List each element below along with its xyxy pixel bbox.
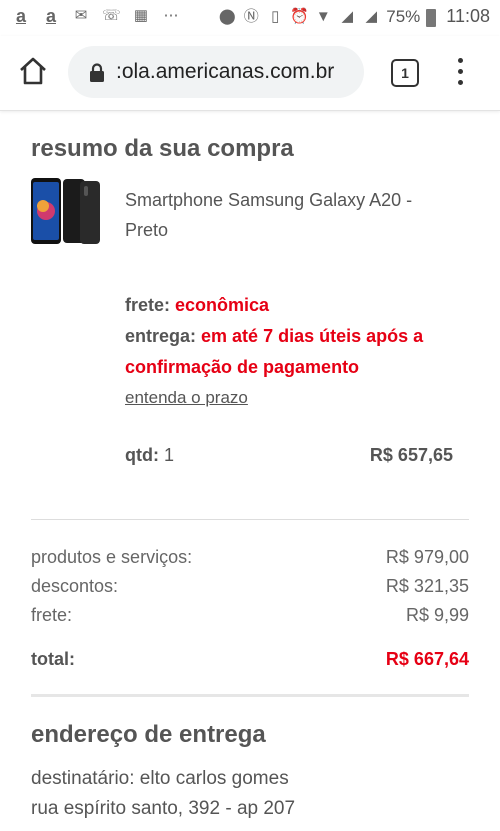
- discounts-row: descontos: R$ 321,35: [31, 576, 469, 597]
- purchase-summary-title: resumo da sua compra: [31, 135, 294, 162]
- vibrate-icon: ▯: [271, 7, 280, 25]
- wifi-icon: ▼: [315, 7, 331, 25]
- freight-type: econômica: [175, 295, 270, 315]
- products-label: produtos e serviços:: [31, 547, 193, 567]
- delivery-address-title: endereço de entrega: [31, 721, 266, 748]
- battery-percent: 75%: [386, 6, 421, 26]
- gallery-icon: ▦: [133, 7, 149, 24]
- notification-icons: a a ✉ ☏ ▦ ⋯: [12, 6, 180, 26]
- street-address: rua espírito santo, 392 - ap 207: [31, 798, 296, 819]
- quantity: qtd: 1: [125, 445, 174, 466]
- signal-icon: ◢: [365, 7, 378, 25]
- total-row: total: R$ 667,64: [31, 649, 469, 670]
- freight-cost-label: frete:: [31, 605, 73, 625]
- divider: [31, 694, 469, 697]
- divider: [31, 519, 469, 520]
- signal-icon: ◢: [341, 7, 354, 25]
- app-a-icon: a: [45, 6, 56, 26]
- product-image: [31, 178, 100, 244]
- battery-icon: [426, 8, 437, 27]
- deadline-info-link[interactable]: entenda o prazo: [125, 388, 248, 408]
- clock: 11:08: [446, 6, 490, 26]
- shipping-info: frete: econômica entrega: em até 7 dias …: [125, 290, 475, 383]
- delivery-label: entrega:: [125, 326, 197, 346]
- quantity-label: qtd:: [125, 445, 159, 465]
- product-name: Smartphone Samsung Galaxy A20 - Preto: [125, 190, 413, 240]
- overflow-menu-icon[interactable]: [456, 58, 464, 88]
- home-icon[interactable]: [18, 56, 48, 86]
- url-text: :ola.americanas.com.br: [116, 60, 335, 83]
- app-a-icon: a: [15, 6, 26, 26]
- status-bar: a a ✉ ☏ ▦ ⋯ ⬤ Ⓝ ▯ ⏰ ▼ ◢ ◢ 75% 11:08: [0, 0, 500, 36]
- total-label: total:: [31, 649, 75, 669]
- address-bar[interactable]: :ola.americanas.com.br: [68, 46, 364, 98]
- browser-toolbar: :ola.americanas.com.br 1: [0, 36, 500, 111]
- mail-icon: ✉: [74, 7, 88, 24]
- products-value: R$ 979,00: [385, 547, 469, 567]
- item-price: R$ 657,65: [369, 445, 453, 465]
- lock-icon: [90, 63, 104, 82]
- discounts-value: R$ 321,35: [385, 576, 469, 596]
- freight-row: frete: R$ 9,99: [31, 605, 469, 626]
- missed-call-icon: ☏: [102, 7, 121, 24]
- discounts-label: descontos:: [31, 576, 119, 596]
- freight-cost-value: R$ 9,99: [405, 605, 469, 625]
- alarm-icon: ⏰: [290, 7, 309, 25]
- products-row: produtos e serviços: R$ 979,00: [31, 547, 469, 568]
- system-icons: ⬤ Ⓝ ▯ ⏰ ▼ ◢ ◢ 75% 11:08: [218, 6, 490, 27]
- recipient: destinatário: elto carlos gomes: [31, 768, 289, 789]
- total-value: R$ 667,64: [385, 649, 469, 669]
- nfc-icon: Ⓝ: [243, 7, 259, 25]
- location-icon: ⬤: [218, 7, 236, 25]
- more-notifications-icon: ⋯: [163, 7, 179, 24]
- freight-label: frete:: [125, 295, 171, 315]
- tab-switcher-button[interactable]: 1: [391, 59, 419, 87]
- quantity-value: 1: [164, 445, 175, 465]
- freight-line: frete: econômica: [125, 290, 475, 321]
- delivery-line: entrega: em até 7 dias úteis após a conf…: [125, 321, 475, 383]
